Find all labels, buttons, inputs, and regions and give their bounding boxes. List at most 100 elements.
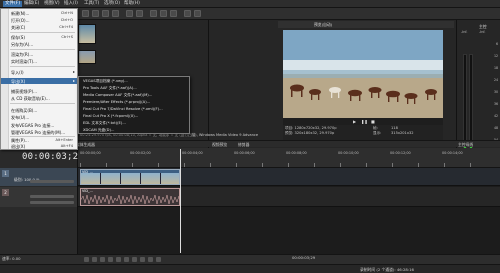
master-peak-right: -Inf. [479, 30, 486, 34]
menu-separator [10, 32, 75, 33]
menubar: 文件(F) 编辑(E) 视图(V) 插入(I) 工具(T) 选项(O) 帮助(H… [0, 0, 500, 8]
audio-waveform [81, 194, 179, 205]
db-tick: 6 [495, 42, 498, 46]
export-edl[interactable]: EDL 文本文件(*.txt)(E)... [83, 121, 126, 126]
go-to-start-icon[interactable] [132, 257, 137, 262]
clip-thumbnail [101, 173, 121, 184]
volume-slider[interactable] [30, 195, 74, 198]
menu-item-import[interactable]: 导入(I) ▸ [1, 69, 77, 75]
timeline-ruler[interactable]: 00:00:00;00 00:00:02;00 00:00:04;00 00:0… [78, 148, 500, 168]
preview-quality-dropdown[interactable]: 预览(自动) [314, 22, 332, 28]
media-thumbnail[interactable] [78, 50, 96, 64]
loop-icon[interactable] [92, 257, 97, 262]
pause-icon[interactable] [116, 257, 121, 262]
menu-options[interactable]: 选项(O) [104, 1, 120, 7]
menu-item-extract-audio-cd[interactable]: 从 CD 获取音轨(E)... [1, 95, 77, 101]
go-to-end-icon[interactable] [140, 257, 145, 262]
play-icon[interactable] [108, 257, 113, 262]
menu-item-buy-online[interactable]: 在线购买(B)... [1, 107, 77, 113]
menu-item-capture-video[interactable]: 捕获视频(P)... [1, 88, 77, 94]
menu-item-realtime-render[interactable]: 实时渲染(T)... [1, 58, 77, 64]
master-peak-left: -Inf. [461, 30, 468, 34]
export-fcpx[interactable]: Final Cut Pro X (*.fcpxml)(X)... [83, 114, 138, 118]
redo-icon[interactable] [136, 10, 143, 17]
ripple-icon[interactable] [194, 10, 201, 17]
frame-value: 118 [391, 126, 398, 130]
audio-track-header[interactable]: 2 [0, 187, 78, 207]
menu-help[interactable]: 帮助(H) [124, 1, 140, 7]
preview-transport: ▶ ❚❚ ■ [283, 118, 443, 125]
pan-slider[interactable] [30, 201, 74, 204]
new-icon[interactable] [82, 10, 89, 17]
menu-item-save[interactable]: 保存(S) Ctrl+S [1, 34, 77, 40]
pause-icon[interactable]: ❚❚ [361, 119, 368, 124]
menu-item-close[interactable]: 关闭(C) Ctrl+F4 [1, 24, 77, 30]
menu-item-save-as[interactable]: 另存为(A)... [1, 41, 77, 47]
export-veg-archive[interactable]: VEGAS项目档案 (*.veg)... [83, 79, 128, 84]
export-fcp7-resolve[interactable]: Final Cut Pro 7/DaVinci Resolve (*.xml)(… [83, 107, 163, 111]
play-from-start-icon[interactable] [100, 257, 105, 262]
menu-separator [10, 66, 75, 67]
next-frame-icon[interactable] [156, 257, 161, 262]
menu-item-publish[interactable]: 发布(U)... [1, 114, 77, 120]
menu-insert[interactable]: 插入(I) [64, 1, 78, 7]
transport-bar [0, 254, 500, 264]
menu-edit[interactable]: 编辑(E) [24, 1, 39, 7]
menu-item-manage-connect[interactable]: 管理VEGAS Pro 连接的(M)... [1, 129, 77, 135]
ruler-label: 00:00:12;00 [390, 151, 411, 155]
export-xdcam[interactable]: XDCAM 光盘(D)... [83, 128, 114, 133]
audio-clip[interactable]: VID_... [80, 188, 180, 206]
display-label: 显示: [373, 131, 382, 135]
menu-item-open[interactable]: 打开(O)... Ctrl+O [1, 17, 77, 23]
menu-separator [10, 49, 75, 50]
video-track-header[interactable]: 1 级别: 100.0 % [0, 168, 78, 186]
paste-icon[interactable] [170, 10, 177, 17]
stop-icon[interactable]: ■ [371, 119, 375, 124]
undo-icon[interactable] [126, 10, 133, 17]
export-media-composer-aaf[interactable]: Media Composer AAF 文件(*.aaf)(M)... [83, 93, 152, 98]
menu-tools[interactable]: 工具(T) [84, 1, 99, 7]
menu-file[interactable]: 文件(F) [3, 1, 23, 7]
status-bar: 录制时间 (2 个通道): 46:28:16 [0, 264, 500, 273]
preview-video-frame [283, 30, 443, 118]
copy-icon[interactable] [160, 10, 167, 17]
record-icon[interactable] [84, 257, 89, 262]
snap-icon[interactable] [184, 10, 191, 17]
export-premiere[interactable]: Premiere/After Effects (*.prproj)(A)... [83, 100, 150, 104]
ruler-label: 00:00:14;00 [442, 151, 463, 155]
ruler-label: 00:00:00;00 [80, 151, 101, 155]
menu-separator [10, 103, 75, 104]
horses-beach-image [283, 30, 443, 118]
ruler-label: 00:00:02;00 [130, 151, 151, 155]
master-bus-panel: 主控 -Inf. -Inf. 6 12 18 24 30 36 42 48 54 [456, 20, 500, 154]
level-meter-left [463, 54, 467, 154]
render-icon[interactable] [112, 10, 119, 17]
clip-thumbnail [161, 173, 179, 184]
db-tick: 42 [493, 114, 498, 118]
save-icon[interactable] [102, 10, 109, 17]
media-thumbnail[interactable] [78, 24, 96, 44]
prev-frame-icon[interactable] [148, 257, 153, 262]
db-tick: 30 [493, 90, 498, 94]
cut-icon[interactable] [150, 10, 157, 17]
menu-item-exit[interactable]: 退出(X) Alt+F4 [1, 143, 77, 149]
open-icon[interactable] [92, 10, 99, 17]
menu-item-render-as[interactable]: 渲染为(R)... [1, 51, 77, 57]
db-tick: 12 [493, 54, 498, 58]
playhead-cursor[interactable] [180, 149, 181, 253]
play-icon[interactable]: ▶ [353, 119, 356, 124]
export-pro-tools-aaf[interactable]: Pro Tools AAF 文件(*.aaf)(A)... [83, 86, 137, 91]
level-slider[interactable] [30, 180, 74, 183]
preview-tabs: 视频预览 修剪器 [208, 140, 456, 147]
track-number: 2 [2, 189, 9, 196]
stop-icon[interactable] [124, 257, 129, 262]
menu-item-new[interactable]: 新建(N)... Ctrl+N [1, 10, 77, 16]
video-clip[interactable]: VID_... [80, 169, 180, 185]
ruler-label: 00:00:06;00 [234, 151, 255, 155]
preview-toolbar: 预览(自动) [278, 21, 454, 28]
submenu-arrow-icon: ▸ [72, 78, 75, 83]
menu-item-publish-connect[interactable]: 发布VEGAS Pro 连接... [1, 122, 77, 128]
menu-item-export[interactable]: 导出(X) ▸ [1, 78, 77, 84]
track-number: 1 [2, 170, 9, 177]
menu-view[interactable]: 视图(V) [44, 1, 60, 7]
